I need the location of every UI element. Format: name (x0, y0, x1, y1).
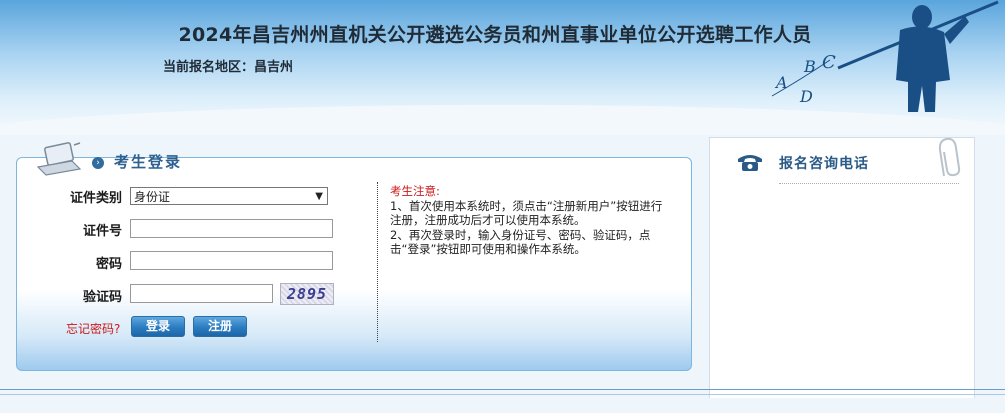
register-button[interactable]: 注册 (193, 316, 247, 337)
footer-rule (0, 389, 1005, 390)
letter-c: C (822, 52, 836, 73)
consult-title: 报名咨询电话 (779, 156, 869, 172)
id-type-label: 证件类别 (69, 191, 122, 206)
form-divider (377, 182, 378, 342)
phone-icon (738, 155, 762, 171)
letter-a: A (774, 73, 788, 92)
captcha-input[interactable] (130, 284, 273, 303)
password-label: 密码 (95, 257, 122, 272)
id-type-value: 身份证 (134, 190, 171, 204)
laptop-icon (36, 142, 82, 176)
login-header: › 考生登录 (16, 137, 246, 181)
login-header-rule (213, 157, 683, 158)
footer-rule-secondary (0, 394, 1005, 395)
bullet-icon: › (92, 157, 104, 169)
notice-item-1: 1、首次使用本系统时，须点击“注册新用户”按钮进行注册，注册成功后才可以使用本系… (390, 198, 663, 228)
captcha-image[interactable]: 2895 (280, 283, 334, 305)
login-button[interactable]: 登录 (131, 316, 185, 337)
consult-rule (779, 183, 959, 184)
id-type-select[interactable]: 身份证 ▼ (130, 187, 328, 205)
notice-item-2: 2、再次登录时，输入身份证号、密码、验证码，点击“登录”按钮即可使用和操作本系统… (390, 227, 651, 257)
letter-d: D (799, 87, 813, 106)
header-banner: 2024年昌吉州州直机关公开遴选公务员和州直事业单位公开选聘工作人员 当前报名地… (0, 0, 1005, 135)
notice-title: 考生注意: (390, 184, 440, 198)
login-title: 考生登录 (114, 153, 183, 171)
captcha-label: 验证码 (82, 290, 122, 305)
pointing-man-illustration: A B C D (771, 0, 999, 113)
region-label: 当前报名地区：昌吉州 (163, 60, 294, 75)
chevron-down-icon: ▼ (315, 191, 323, 202)
paperclip-icon (938, 137, 961, 177)
password-input[interactable] (130, 251, 333, 270)
id-number-input[interactable] (130, 219, 333, 238)
notice-box: 考生注意: 1、首次使用本系统时，须点击“注册新用户”按钮进行注册，注册成功后才… (390, 184, 670, 257)
forgot-password-link[interactable]: 忘记密码? (66, 320, 120, 337)
id-number-label: 证件号 (82, 224, 122, 239)
